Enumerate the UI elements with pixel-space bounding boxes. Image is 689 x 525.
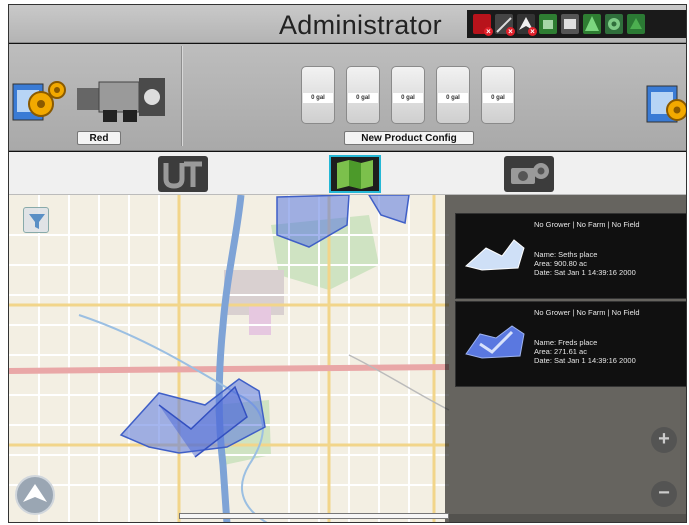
app-title: Administrator	[279, 10, 442, 40]
display-screen: Administrator × × × Red 0 gal 0 gal 0 ga…	[8, 4, 687, 523]
vehicle-label[interactable]: Red	[77, 131, 121, 145]
field-shape-thumbnail	[465, 325, 525, 359]
product-settings-icon[interactable]	[645, 80, 687, 128]
gps-icon[interactable]: ×	[473, 14, 493, 36]
field-shape-thumbnail	[464, 239, 525, 271]
recenter-button[interactable]	[15, 475, 55, 515]
highway	[9, 364, 450, 374]
map-tray-icon[interactable]	[627, 14, 645, 34]
tank-volume: 0 gal	[348, 93, 378, 103]
product-config-label[interactable]: New Product Config	[344, 131, 474, 145]
field-card-details: Name: Seths place Area: 900.80 ac Date: …	[534, 250, 636, 277]
navigation-arrow-icon	[23, 484, 47, 502]
field-map[interactable]: No Grower | No Farm | No Field Name: Set…	[9, 195, 686, 522]
field-card-freds-place[interactable]: No Grower | No Farm | No Field Name: Fre…	[455, 301, 686, 387]
product-tank-2[interactable]: 0 gal	[346, 66, 380, 124]
map-scale-bar	[179, 513, 449, 519]
filter-button[interactable]	[23, 207, 49, 233]
status-tray: × × ×	[467, 10, 686, 38]
field-name: Name: Freds place	[534, 338, 598, 347]
steering-icon[interactable]	[539, 14, 557, 34]
field-card-header: No Grower | No Farm | No Field	[534, 220, 640, 229]
building-block	[249, 305, 271, 335]
config-divider	[181, 46, 183, 146]
product-tank-4[interactable]: 0 gal	[436, 66, 470, 124]
field-date: Date: Sat Jan 1 14:39:16 2000	[534, 268, 636, 277]
field-area: Area: 900.80 ac	[534, 259, 587, 268]
data-icon[interactable]	[561, 14, 579, 34]
zoom-out-button[interactable]: −	[651, 481, 677, 507]
tank-volume: 0 gal	[303, 93, 333, 103]
camera-icon[interactable]	[503, 155, 555, 193]
tree-icon[interactable]	[583, 14, 601, 34]
filter-icon	[29, 214, 45, 229]
tank-volume: 0 gal	[393, 93, 423, 103]
tank-volume: 0 gal	[483, 93, 513, 103]
config-bar: Red 0 gal 0 gal 0 gal 0 gal 0 gal New Pr…	[9, 44, 687, 151]
field-card-header: No Grower | No Farm | No Field	[534, 308, 640, 317]
vehicle-settings-icon[interactable]	[11, 78, 67, 126]
product-tank-3[interactable]: 0 gal	[391, 66, 425, 124]
field-date: Date: Sat Jan 1 14:39:16 2000	[534, 356, 636, 365]
navigation-icon[interactable]: ×	[517, 14, 537, 36]
product-tank-1[interactable]: 0 gal	[301, 66, 335, 124]
zoom-in-button[interactable]: +	[651, 427, 677, 453]
antenna-icon[interactable]: ×	[495, 14, 515, 36]
field-card-details: Name: Freds place Area: 271.61 ac Date: …	[534, 338, 636, 365]
field-map-icon[interactable]	[329, 155, 381, 193]
universal-terminal-icon[interactable]	[157, 155, 209, 193]
tractor-icon[interactable]	[71, 74, 169, 124]
product-tank-5[interactable]: 0 gal	[481, 66, 515, 124]
field-area: Area: 271.61 ac	[534, 347, 587, 356]
field-card-seths-place[interactable]: No Grower | No Farm | No Field Name: Set…	[455, 213, 686, 299]
field-name: Name: Seths place	[534, 250, 598, 259]
tab-bar	[9, 152, 686, 195]
settings-icon[interactable]	[605, 14, 623, 34]
title-bar: Administrator × × ×	[9, 5, 686, 43]
tank-volume: 0 gal	[438, 93, 468, 103]
